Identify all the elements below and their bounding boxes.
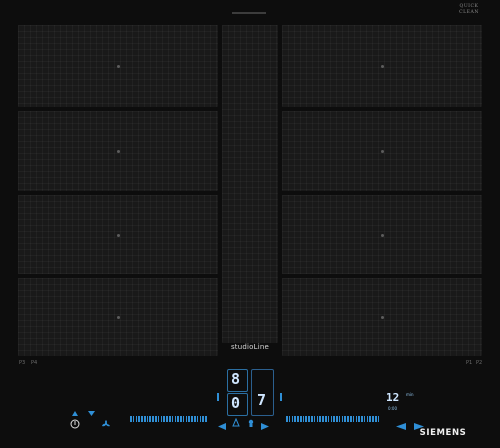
indicator-right-icon bbox=[279, 386, 285, 405]
timer-unit-label: min bbox=[406, 392, 414, 397]
cooking-zone-left-4[interactable] bbox=[18, 278, 218, 356]
model-line-label: studioLine bbox=[230, 343, 270, 351]
cooking-zone-right-2[interactable] bbox=[282, 111, 482, 191]
power-icon[interactable] bbox=[70, 414, 80, 433]
power-slider-right[interactable] bbox=[286, 415, 386, 423]
zone-center-dot bbox=[381, 150, 384, 153]
minus-icon[interactable] bbox=[218, 415, 226, 434]
heat-icon[interactable] bbox=[231, 413, 241, 432]
triangle-down-icon[interactable] bbox=[88, 401, 95, 420]
power-slider-left[interactable] bbox=[130, 415, 212, 423]
corner-mark-right-b: P2 bbox=[476, 360, 483, 366]
selected-level-display: 7 bbox=[257, 391, 267, 409]
zone-center-dot bbox=[117, 316, 120, 319]
corner-mark-left-b: P4 bbox=[31, 360, 38, 366]
indicator-left-icon bbox=[215, 386, 221, 405]
cooking-zone-left-1[interactable] bbox=[18, 25, 218, 107]
cooking-zone-center[interactable] bbox=[222, 25, 278, 343]
timer-down-icon[interactable] bbox=[396, 415, 406, 434]
fan-icon[interactable] bbox=[101, 414, 111, 433]
power-level-display: 8 bbox=[231, 370, 241, 388]
cooking-zone-left-3[interactable] bbox=[18, 195, 218, 274]
zone-center-dot bbox=[381, 233, 384, 237]
plus-icon[interactable] bbox=[261, 415, 269, 434]
corner-mark-left: P3 bbox=[19, 360, 26, 366]
secondary-display: 0 bbox=[231, 394, 241, 412]
zone-center-dot bbox=[117, 150, 120, 153]
zone-center-dot bbox=[381, 316, 384, 319]
timer-value: 12 bbox=[386, 391, 400, 404]
induction-cooktop: QUICK CLEAN studioLine P3 P4 P1 P2 8 0 7 bbox=[0, 0, 500, 448]
timer-sub-label: 0:00 bbox=[388, 406, 397, 411]
cooking-zone-right-1[interactable] bbox=[282, 25, 482, 107]
cooking-zone-left-2[interactable] bbox=[18, 111, 218, 191]
favorite-icon[interactable] bbox=[246, 413, 256, 432]
quick-clean-badge: QUICK CLEAN bbox=[459, 4, 479, 15]
cooking-zone-right-4[interactable] bbox=[282, 278, 482, 356]
corner-mark-right: P1 bbox=[466, 360, 473, 366]
cooking-zone-right-3[interactable] bbox=[282, 195, 482, 274]
zone-center-dot bbox=[117, 233, 120, 237]
top-center-marker bbox=[232, 12, 266, 14]
zone-center-dot bbox=[117, 65, 120, 68]
brand-logo: SIEMENS bbox=[419, 428, 467, 438]
zone-display-panel: 8 0 7 bbox=[213, 369, 282, 416]
zone-center-dot bbox=[381, 65, 384, 68]
